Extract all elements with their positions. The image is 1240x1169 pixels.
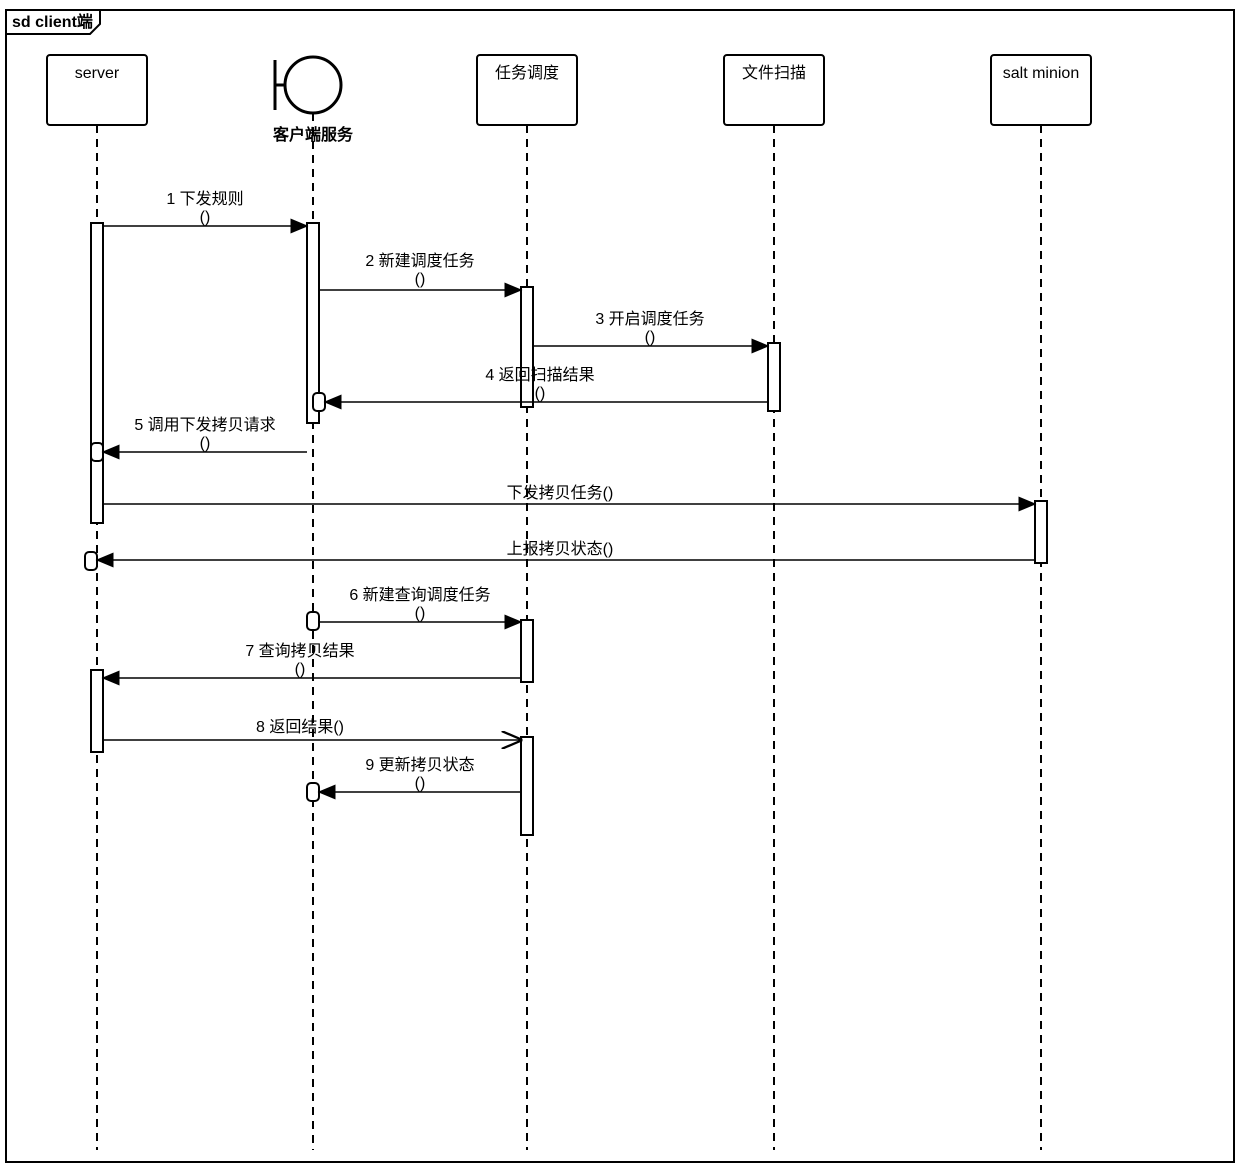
msg-2-label: 2 新建调度任务 bbox=[365, 252, 474, 270]
msg-1-label: 1 下发规则 bbox=[166, 190, 243, 208]
lifeline-client bbox=[275, 57, 341, 113]
msg-7-label: 6 新建查询调度任务 bbox=[349, 586, 490, 604]
act-client-ret1 bbox=[313, 393, 325, 411]
msg-5-args: () bbox=[200, 435, 211, 452]
act-sched-3 bbox=[521, 737, 533, 835]
act-sched-1 bbox=[521, 287, 533, 407]
act-minion-1 bbox=[1035, 501, 1047, 563]
msg-6b-label: 上报拷贝状态() bbox=[507, 540, 614, 558]
msg-4-args: () bbox=[535, 385, 546, 402]
frame-title: sd client端 bbox=[12, 12, 93, 31]
msg-3-label: 3 开启调度任务 bbox=[595, 310, 704, 328]
lifeline-minion-label: salt minion bbox=[1003, 65, 1079, 82]
act-client-ret2 bbox=[307, 612, 319, 630]
sequence-diagram: sd client端 server 客户端服务 任务调度 文件扫描 salt m… bbox=[0, 0, 1240, 1169]
act-server-1 bbox=[91, 223, 103, 523]
act-client-ret3 bbox=[307, 783, 319, 801]
msg-8-label: 7 查询拷贝结果 bbox=[245, 642, 354, 660]
lifeline-server-label: server bbox=[75, 65, 120, 82]
msg-3-args: () bbox=[645, 329, 656, 346]
frame bbox=[6, 10, 1234, 1162]
msg-4-label: 4 返回扫描结果 bbox=[485, 366, 594, 384]
lifeline-scan-label: 文件扫描 bbox=[742, 64, 806, 82]
msg-10-args: () bbox=[415, 775, 426, 792]
act-server-2 bbox=[91, 670, 103, 752]
lifeline-sched-label: 任务调度 bbox=[495, 64, 559, 82]
msg-9-label: 8 返回结果() bbox=[256, 718, 344, 736]
msg-10-label: 9 更新拷贝状态 bbox=[365, 756, 474, 774]
msg-5-label: 5 调用下发拷贝请求 bbox=[134, 416, 275, 434]
act-server-ret2 bbox=[85, 552, 97, 570]
msg-8-args: () bbox=[295, 661, 306, 678]
msg-2-args: () bbox=[415, 271, 426, 288]
act-server-ret1 bbox=[91, 443, 103, 461]
msg-6a-label: 下发拷贝任务() bbox=[507, 484, 614, 502]
act-scan-1 bbox=[768, 343, 780, 411]
msg-7-args: () bbox=[415, 605, 426, 622]
msg-1-args: () bbox=[200, 209, 211, 226]
act-sched-2 bbox=[521, 620, 533, 682]
